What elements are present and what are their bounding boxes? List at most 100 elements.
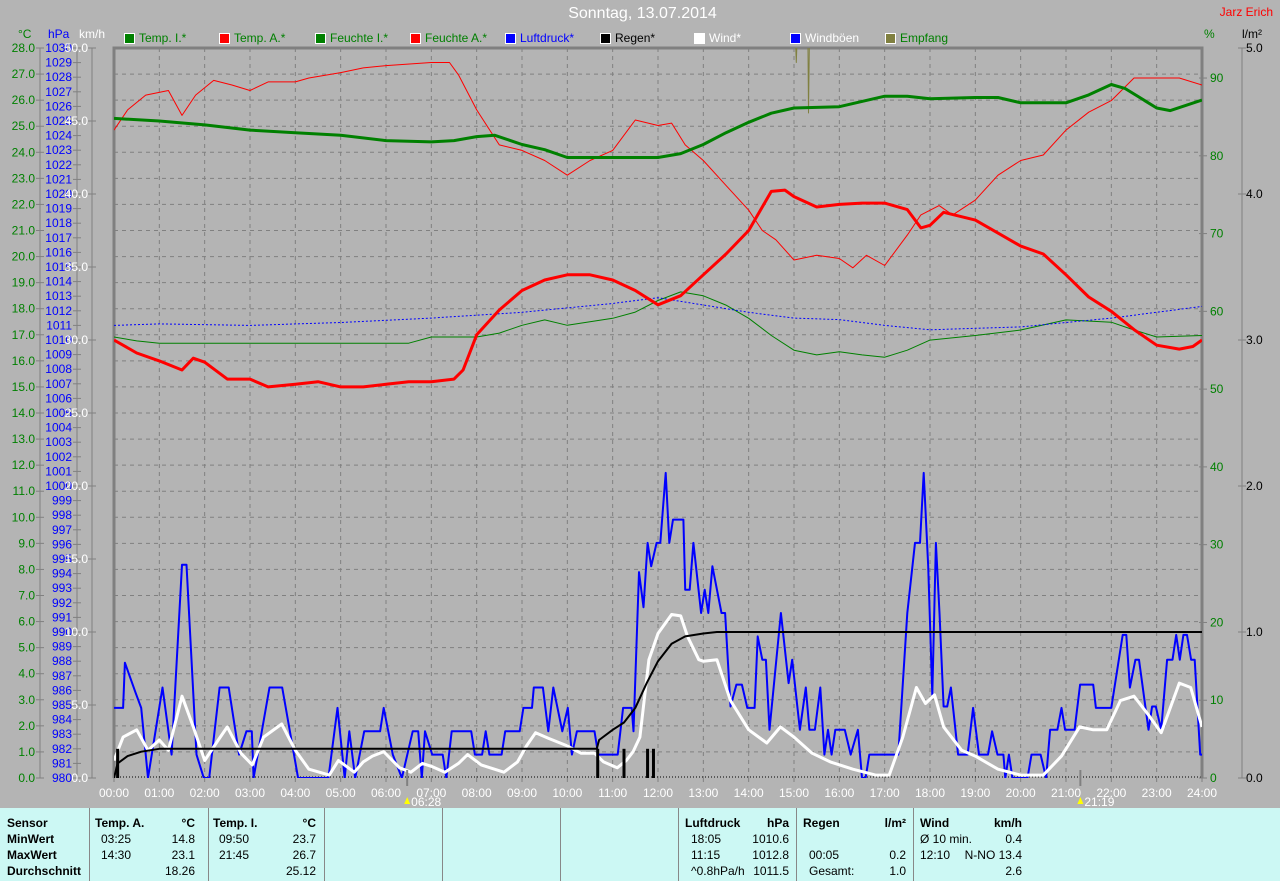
temp_a-time: 14:30 [101,848,132,862]
rain-bar [651,748,655,778]
tick-label-hpa: 1014 [45,275,72,289]
tick-label-pct: 10 [1210,693,1224,707]
tick-label-hpa: 982 [52,742,72,756]
tick-label-c: 21.0 [12,224,36,238]
tick-label-c: 16.0 [12,354,36,368]
series-feuchte-a [114,62,1202,269]
temp_i-value: 26.7 [292,848,316,862]
temp_i-value: 25.12 [285,864,316,878]
tick-label-c: 20.0 [12,250,36,264]
tick-label-hpa: 1029 [45,56,72,70]
tick-label-lm2: 4.0 [1246,187,1263,201]
x-tick-label: 13:00 [688,786,718,800]
tick-label-c: 6.0 [18,615,35,629]
rain-bar [622,748,626,778]
tick-label-kmh: 0.0 [71,771,88,785]
luftdruck-unit: hPa [766,816,789,830]
tick-label-hpa: 1023 [45,143,72,157]
tick-label-pct: 50 [1210,382,1224,396]
temp_a-value: 18.26 [164,864,195,878]
tick-label-c: 23.0 [12,171,36,185]
temp_i-value: 23.7 [292,832,316,846]
weather-chart: 0.0 1.0 2.0 3.0 4.0 5.0 6.0 7.0 8.0 9.0 10.0 11.0 12… [12,41,1263,808]
x-tick-label: 16:00 [824,786,854,800]
x-tick-label: 20:00 [1006,786,1036,800]
tick-label-hpa: 998 [52,508,72,522]
tick-label-c: 24.0 [12,145,36,159]
tick-label-c: 12.0 [12,458,36,472]
wind-value: 2.6 [1005,864,1022,878]
tick-label-c: 1.0 [18,745,35,759]
tick-label-kmh: 50.0 [65,41,89,55]
tick-label-hpa: 1002 [45,450,72,464]
x-tick-label: 24:00 [1187,786,1217,800]
tick-label-pct: 70 [1210,227,1224,241]
tick-label-c: 26.0 [12,93,36,107]
x-tick-label: 05:00 [326,786,356,800]
tick-label-kmh: 30.0 [65,333,89,347]
tick-label-hpa: 1003 [45,435,72,449]
temp_a-value: 14.8 [171,832,195,846]
tick-label-kmh: 25.0 [65,406,89,420]
sunrise-time: 06:28 [411,795,441,808]
tick-label-hpa: 981 [52,756,72,770]
x-tick-label: 18:00 [915,786,945,800]
tick-label-c: 5.0 [18,641,35,655]
luftdruck-value: 1011.5 [753,864,789,878]
tick-label-kmh: 10.0 [65,625,89,639]
x-tick-label: 02:00 [190,786,220,800]
tick-label-pct: 0 [1210,771,1217,785]
tick-label-hpa: 1008 [45,362,72,376]
x-tick-label: 03:00 [235,786,265,800]
tick-label-hpa: 994 [52,567,72,581]
x-tick-label: 11:00 [598,786,627,800]
tick-label-hpa: 1006 [45,391,72,405]
x-tick-label: 12:00 [643,786,673,800]
tick-label-hpa: 980 [52,771,72,785]
temp_i-time: 09:50 [219,832,250,846]
temp_a-unit: °C [181,816,195,830]
tick-label-hpa: 989 [52,640,72,654]
tick-label-hpa: 1028 [45,70,72,84]
x-tick-label: 08:00 [462,786,492,800]
tick-label-hpa: 991 [52,610,72,624]
wind-header: Wind [920,816,950,830]
statistics-table: Sensor MinWert MaxWert Durchschnitt Temp… [0,808,1280,881]
sunrise-icon [404,797,411,804]
tick-label-c: 22.0 [12,197,36,211]
tick-label-hpa: 1024 [45,129,72,143]
tick-label-hpa: 1009 [45,348,72,362]
sunset-time: 21:19 [1084,795,1114,808]
x-tick-label: 21:00 [1051,786,1081,800]
regen-time: 00:05 [809,848,840,862]
regen-unit: l/m² [884,816,906,830]
x-tick-label: 23:00 [1142,786,1172,800]
tick-label-kmh: 45.0 [65,114,89,128]
tick-label-c: 11.0 [13,484,36,498]
sensor-header: Sensor [7,816,48,830]
tick-label-c: 7.0 [18,589,35,603]
tick-label-hpa: 997 [52,523,72,537]
tick-label-pct: 40 [1210,460,1224,474]
tick-label-lm2: 5.0 [1246,41,1263,55]
tick-label-hpa: 983 [52,727,72,741]
tick-label-hpa: 1013 [45,289,72,303]
tick-label-lm2: 1.0 [1246,625,1263,639]
tick-label-c: 9.0 [18,536,35,550]
tick-label-hpa: 1026 [45,99,72,113]
wind-value: 0.4 [1005,832,1022,846]
tick-label-c: 2.0 [18,719,35,733]
tick-label-pct: 20 [1210,615,1224,629]
tick-label-hpa: 993 [52,581,72,595]
wind-unit: km/h [993,816,1022,830]
tick-label-hpa: 985 [52,698,72,712]
tick-label-lm2: 0.0 [1246,771,1263,785]
x-tick-label: 19:00 [960,786,990,800]
tick-label-c: 18.0 [12,302,36,316]
tick-label-kmh: 15.0 [65,552,89,566]
tick-label-kmh: 40.0 [65,187,89,201]
x-tick-label: 01:00 [144,786,174,800]
regen-value: 0.2 [889,848,906,862]
tick-label-kmh: 35.0 [65,260,89,274]
x-tick-label: 00:00 [99,786,129,800]
